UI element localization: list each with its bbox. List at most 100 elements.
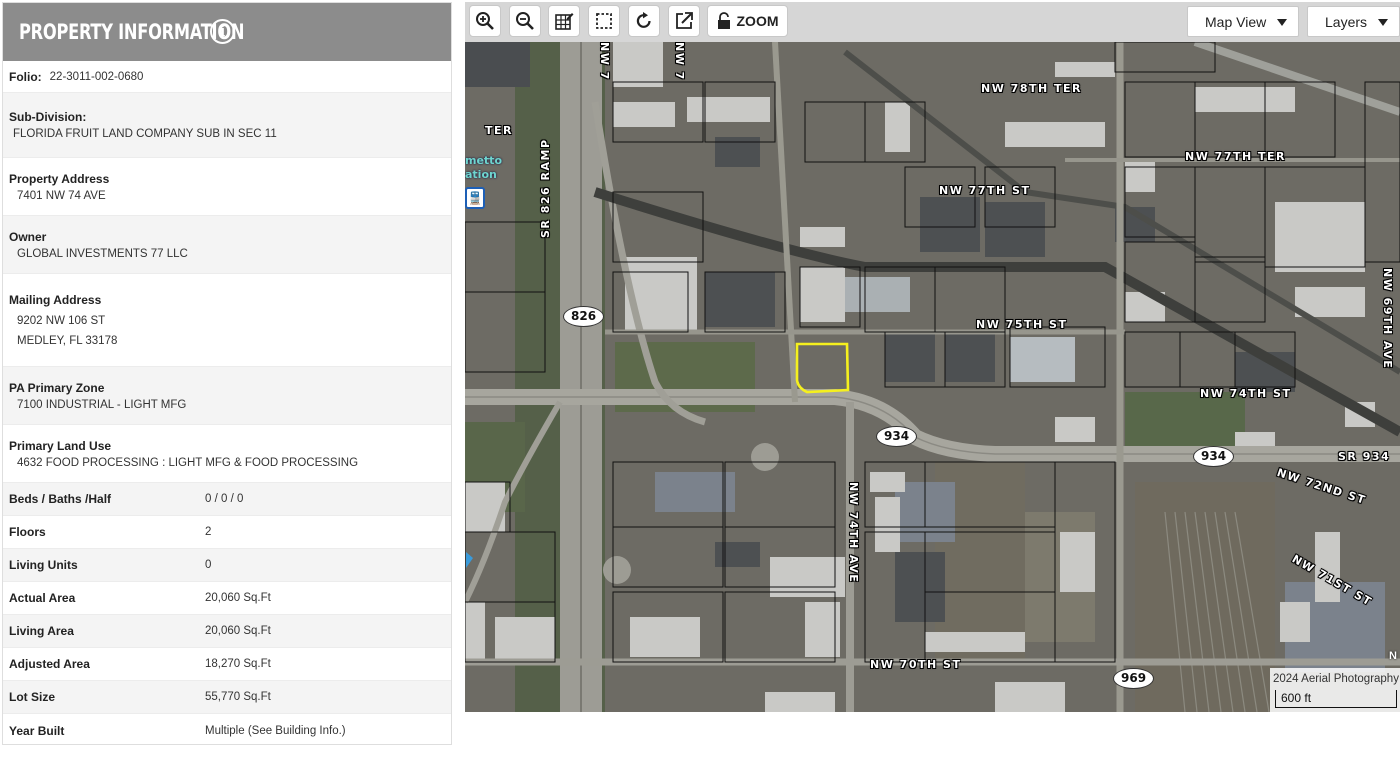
route-shield-934: 934 bbox=[1193, 446, 1235, 467]
external-link-icon bbox=[676, 12, 693, 29]
scale-label: 600 ft bbox=[1281, 691, 1312, 705]
property-info-panel: PROPERTY INFORMATION i Folio: 22-3011-00… bbox=[2, 2, 452, 745]
chevron-down-icon bbox=[1277, 19, 1287, 26]
address-row: Property Address 7401 NW 74 AVE bbox=[3, 158, 451, 216]
detail-row-living-area: Living Area 20,060 Sq.Ft bbox=[3, 615, 451, 648]
street-label: NW 7 bbox=[673, 42, 686, 81]
landuse-row: Primary Land Use 4632 FOOD PROCESSING : … bbox=[3, 425, 451, 483]
zone-value: 7100 INDUSTRIAL - LIGHT MFG bbox=[17, 398, 187, 411]
edit-map-icon bbox=[555, 13, 574, 30]
zoom-label: ZOOM bbox=[736, 13, 779, 29]
folio-row: Folio: 22-3011-002-0680 bbox=[3, 61, 451, 93]
detail-value: 0 / 0 / 0 bbox=[205, 493, 244, 505]
detail-value: 18,270 Sq.Ft bbox=[205, 658, 271, 670]
detail-row-actual-area: Actual Area 20,060 Sq.Ft bbox=[3, 582, 451, 615]
street-label: SR 934 bbox=[1338, 450, 1391, 463]
detail-label: Lot Size bbox=[9, 690, 56, 704]
map-imagery bbox=[465, 42, 1400, 712]
address-label: Property Address bbox=[9, 171, 110, 186]
street-label: NW 78TH TER bbox=[981, 82, 1083, 95]
detail-label: Year Built bbox=[9, 723, 65, 738]
info-icon[interactable]: i bbox=[210, 19, 235, 44]
zoom-out-icon bbox=[516, 12, 534, 30]
mouse-cursor-icon bbox=[466, 552, 473, 568]
detail-label: Adjusted Area bbox=[9, 657, 90, 671]
zoom-out-button[interactable] bbox=[509, 5, 541, 37]
zone-row: PA Primary Zone 7100 INDUSTRIAL - LIGHT … bbox=[3, 367, 451, 425]
owner-value: GLOBAL INVESTMENTS 77 LLC bbox=[17, 247, 188, 260]
detail-label: Living Area bbox=[9, 624, 74, 638]
scale-bar: 2024 Aerial Photography 600 ft bbox=[1270, 668, 1400, 712]
train-icon[interactable]: 🚆 bbox=[465, 187, 485, 209]
street-label: NW 77TH ST bbox=[939, 184, 1031, 197]
detail-row-floors: Floors 2 bbox=[3, 516, 451, 549]
edit-map-button[interactable] bbox=[548, 5, 580, 37]
street-label: NW 70TH ST bbox=[870, 658, 962, 671]
detail-row-adjusted-area: Adjusted Area 18,270 Sq.Ft bbox=[3, 648, 451, 681]
map-toolbar: ZOOM Map View Layers bbox=[465, 2, 1400, 42]
landuse-label: Primary Land Use bbox=[9, 438, 112, 453]
zone-label: PA Primary Zone bbox=[9, 380, 105, 395]
subdivision-row: Sub-Division: FLORIDA FRUIT LAND COMPANY… bbox=[3, 93, 451, 158]
aerial-map[interactable]: NW 78TH TER NW 77TH TER NW 77TH ST NW 75… bbox=[465, 42, 1400, 712]
scale-caption: 2024 Aerial Photography bbox=[1273, 673, 1399, 685]
detail-label: Actual Area bbox=[9, 591, 76, 605]
detail-value: 0 bbox=[205, 559, 212, 571]
street-label: TER bbox=[485, 124, 513, 137]
street-label: NW 69TH AVE bbox=[1381, 268, 1394, 370]
detail-row-living-units: Living Units 0 bbox=[3, 549, 451, 582]
subdivision-value: FLORIDA FRUIT LAND COMPANY SUB IN SEC 11 bbox=[13, 128, 277, 140]
address-value: 7401 NW 74 AVE bbox=[17, 189, 106, 202]
scale-bar-line: 600 ft bbox=[1275, 690, 1397, 708]
street-label: NW 74TH AVE bbox=[847, 482, 860, 584]
chevron-down-icon bbox=[1378, 19, 1388, 26]
owner-label: Owner bbox=[9, 229, 47, 244]
select-box-icon bbox=[596, 13, 612, 29]
folio-value: 22-3011-002-0680 bbox=[49, 70, 144, 83]
route-shield-934: 934 bbox=[876, 426, 918, 447]
mailing-row: Mailing Address 9202 NW 106 ST MEDLEY, F… bbox=[3, 274, 451, 367]
street-label: NW 75TH ST bbox=[976, 318, 1068, 331]
refresh-button[interactable] bbox=[628, 5, 660, 37]
owner-row: Owner GLOBAL INVESTMENTS 77 LLC bbox=[3, 216, 451, 274]
folio-label: Folio: bbox=[9, 69, 42, 84]
detail-label: Living Units bbox=[9, 558, 78, 572]
layers-dropdown[interactable]: Layers bbox=[1307, 6, 1400, 37]
detail-label: Beds / Baths /Half bbox=[9, 492, 112, 506]
street-label: NW 7 bbox=[598, 42, 611, 81]
select-box-button[interactable] bbox=[588, 5, 620, 37]
map-view-dropdown[interactable]: Map View bbox=[1187, 6, 1299, 37]
station-label-line2: ation bbox=[465, 168, 497, 181]
detail-value: 20,060 Sq.Ft bbox=[205, 592, 271, 604]
detail-row-lot-size: Lot Size 55,770 Sq.Ft bbox=[3, 681, 451, 714]
detail-value: Multiple (See Building Info.) bbox=[205, 724, 346, 737]
layers-label: Layers bbox=[1325, 13, 1368, 30]
street-label: SR 826 RAMP bbox=[539, 138, 552, 238]
station-label-line1: metto bbox=[465, 154, 502, 167]
external-link-button[interactable] bbox=[668, 5, 700, 37]
zoom-in-button[interactable] bbox=[469, 5, 501, 37]
lock-icon bbox=[717, 12, 730, 29]
map-container: ZOOM Map View Layers NW 78TH TER NW 77TH… bbox=[465, 2, 1400, 712]
mailing-line2: MEDLEY, FL 33178 bbox=[17, 335, 118, 347]
landuse-value: 4632 FOOD PROCESSING : LIGHT MFG & FOOD … bbox=[17, 456, 359, 469]
detail-row-beds: Beds / Baths /Half 0 / 0 / 0 bbox=[3, 483, 451, 516]
mailing-line1: 9202 NW 106 ST bbox=[17, 315, 106, 327]
detail-value: 55,770 Sq.Ft bbox=[205, 691, 271, 703]
detail-row-year-built: Year Built Multiple (See Building Info.) bbox=[3, 714, 451, 747]
panel-header: PROPERTY INFORMATION i bbox=[3, 3, 451, 61]
north-arrow-icon: N bbox=[1389, 650, 1397, 662]
route-shield-969: 969 bbox=[1113, 668, 1155, 689]
detail-value: 20,060 Sq.Ft bbox=[205, 625, 271, 637]
street-label: NW 77TH TER bbox=[1185, 150, 1287, 163]
detail-value: 2 bbox=[205, 526, 212, 538]
zoom-in-icon bbox=[476, 12, 494, 30]
route-shield-826: 826 bbox=[563, 306, 605, 327]
detail-label: Floors bbox=[9, 525, 46, 539]
zoom-lock-button[interactable]: ZOOM bbox=[707, 5, 788, 37]
street-label: NW 74TH ST bbox=[1200, 387, 1292, 400]
refresh-icon bbox=[636, 12, 651, 28]
subdivision-label: Sub-Division: bbox=[9, 110, 87, 124]
map-view-label: Map View bbox=[1205, 13, 1267, 30]
mailing-label: Mailing Address bbox=[9, 293, 102, 307]
